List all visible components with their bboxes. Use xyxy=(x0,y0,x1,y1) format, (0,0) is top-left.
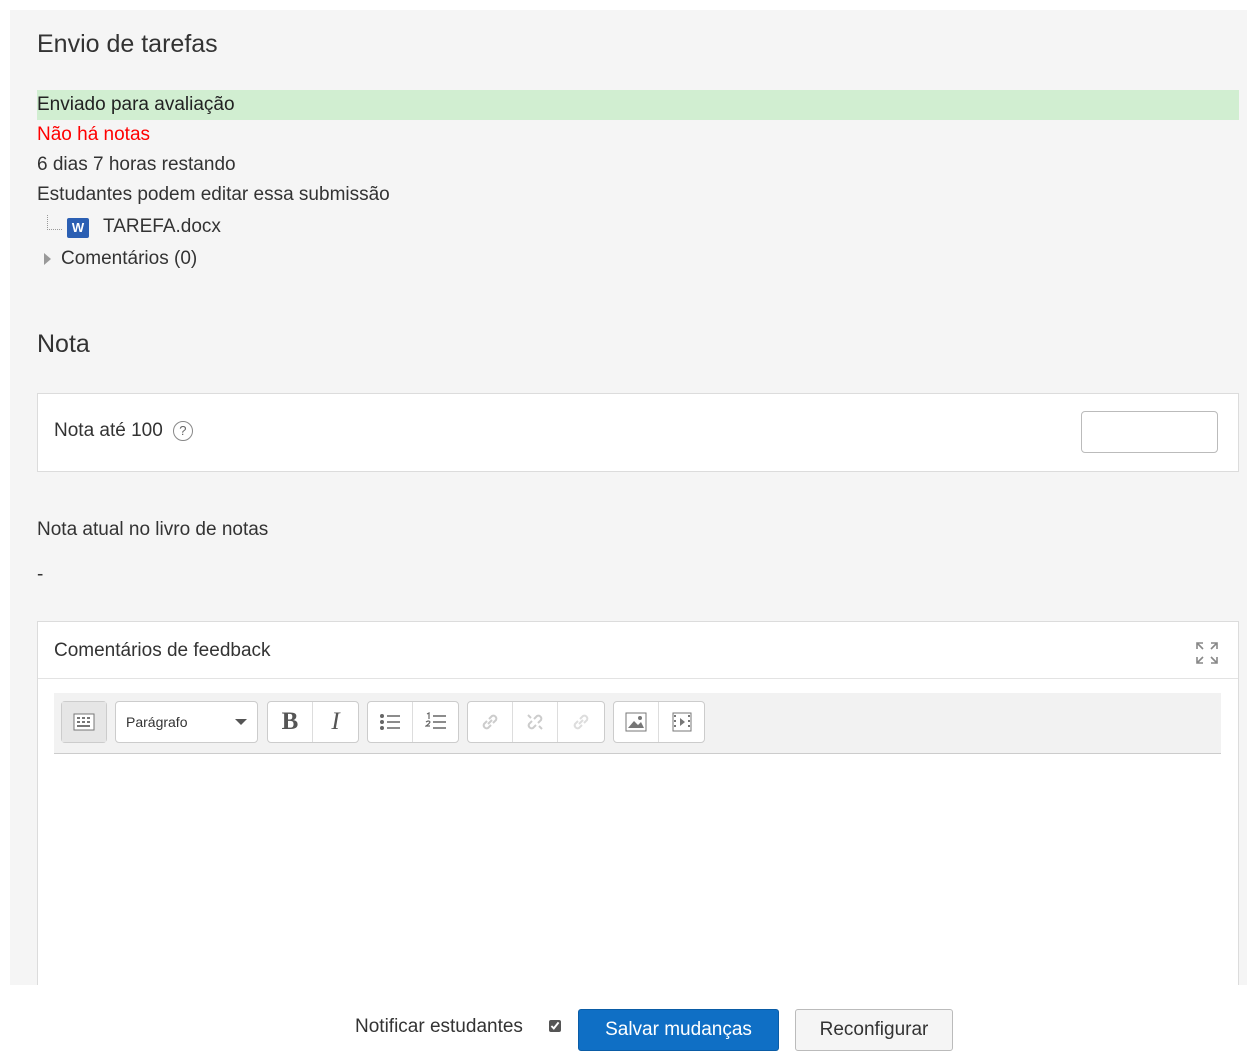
edit-status: Estudantes podem editar essa submissão xyxy=(37,184,390,205)
save-changes-button[interactable]: Salvar mudanças xyxy=(578,1009,779,1051)
image-icon xyxy=(625,712,647,732)
editor-toolbar: Parágrafo B I xyxy=(54,693,1221,754)
link-icon xyxy=(482,714,498,730)
feedback-editor[interactable] xyxy=(54,754,1221,985)
word-doc-icon: W xyxy=(67,218,89,238)
help-icon[interactable]: ? xyxy=(172,420,193,441)
media-icon xyxy=(672,712,691,732)
feedback-title: Comentários de feedback xyxy=(54,640,271,661)
reset-button[interactable]: Reconfigurar xyxy=(795,1009,953,1051)
current-grade-value: - xyxy=(37,564,44,585)
toolbar-group-links xyxy=(467,701,605,743)
grade-heading: Nota xyxy=(37,330,90,358)
insert-image-button[interactable] xyxy=(614,702,659,742)
unordered-list-button[interactable] xyxy=(368,702,413,742)
bold-button[interactable]: B xyxy=(268,702,313,742)
grading-status: Não há notas xyxy=(37,124,151,145)
bullet-list-icon xyxy=(380,714,400,730)
numbered-list-icon xyxy=(424,712,446,729)
paragraph-style-value: Parágrafo xyxy=(126,714,188,730)
ordered-list-button[interactable] xyxy=(413,702,458,742)
keyboard-icon xyxy=(73,713,95,731)
current-grade-label: Nota atual no livro de notas xyxy=(37,519,269,540)
submission-status-submitted: Enviado para avaliação xyxy=(37,90,1239,120)
fullscreen-icon[interactable] xyxy=(1194,640,1220,666)
unlink-button[interactable] xyxy=(513,702,558,742)
bold-icon: B xyxy=(281,708,299,735)
toolbar-group-lists xyxy=(367,701,459,743)
anchor-link-icon xyxy=(573,714,588,730)
grade-input[interactable] xyxy=(1081,411,1218,453)
notify-students-checkbox[interactable] xyxy=(549,1020,561,1032)
grading-panel: Envio de tarefas Enviado para avaliação … xyxy=(10,10,1247,985)
submission-heading: Envio de tarefas xyxy=(37,30,218,58)
insert-media-button[interactable] xyxy=(659,702,704,742)
file-name-link[interactable]: TAREFA.docx xyxy=(103,212,221,242)
tree-connector xyxy=(47,215,62,230)
link-button[interactable] xyxy=(468,702,513,742)
comments-toggle-label: Comentários (0) xyxy=(61,248,198,269)
grade-label-wrap: Nota até 100? xyxy=(54,420,193,442)
comments-toggle[interactable]: Comentários (0) xyxy=(37,244,197,274)
grade-label: Nota até 100 xyxy=(54,420,163,441)
paragraph-style-select[interactable]: Parágrafo xyxy=(115,701,258,743)
form-footer: Notificar estudantes Salvar mudanças Rec… xyxy=(0,985,1247,1051)
italic-icon: I xyxy=(331,708,340,735)
notify-students-label: Notificar estudantes xyxy=(355,1016,523,1037)
anchor-button[interactable] xyxy=(558,702,603,742)
show-more-buttons[interactable] xyxy=(62,702,106,742)
toolbar-group-media xyxy=(613,701,705,743)
expand-triangle-icon xyxy=(44,252,51,265)
time-remaining: 6 dias 7 horas restando xyxy=(37,154,236,175)
toolbar-group-format: B I xyxy=(267,701,359,743)
chevron-down-icon xyxy=(235,719,247,725)
feedback-header: Comentários de feedback xyxy=(38,622,1238,679)
grade-row: Nota até 100? xyxy=(37,393,1239,472)
feedback-comments-box: Comentários de feedback Parágrafo B I xyxy=(37,621,1239,985)
toolbar-group-toggle xyxy=(61,701,107,743)
italic-button[interactable]: I xyxy=(313,702,358,742)
unlink-icon xyxy=(527,714,543,730)
